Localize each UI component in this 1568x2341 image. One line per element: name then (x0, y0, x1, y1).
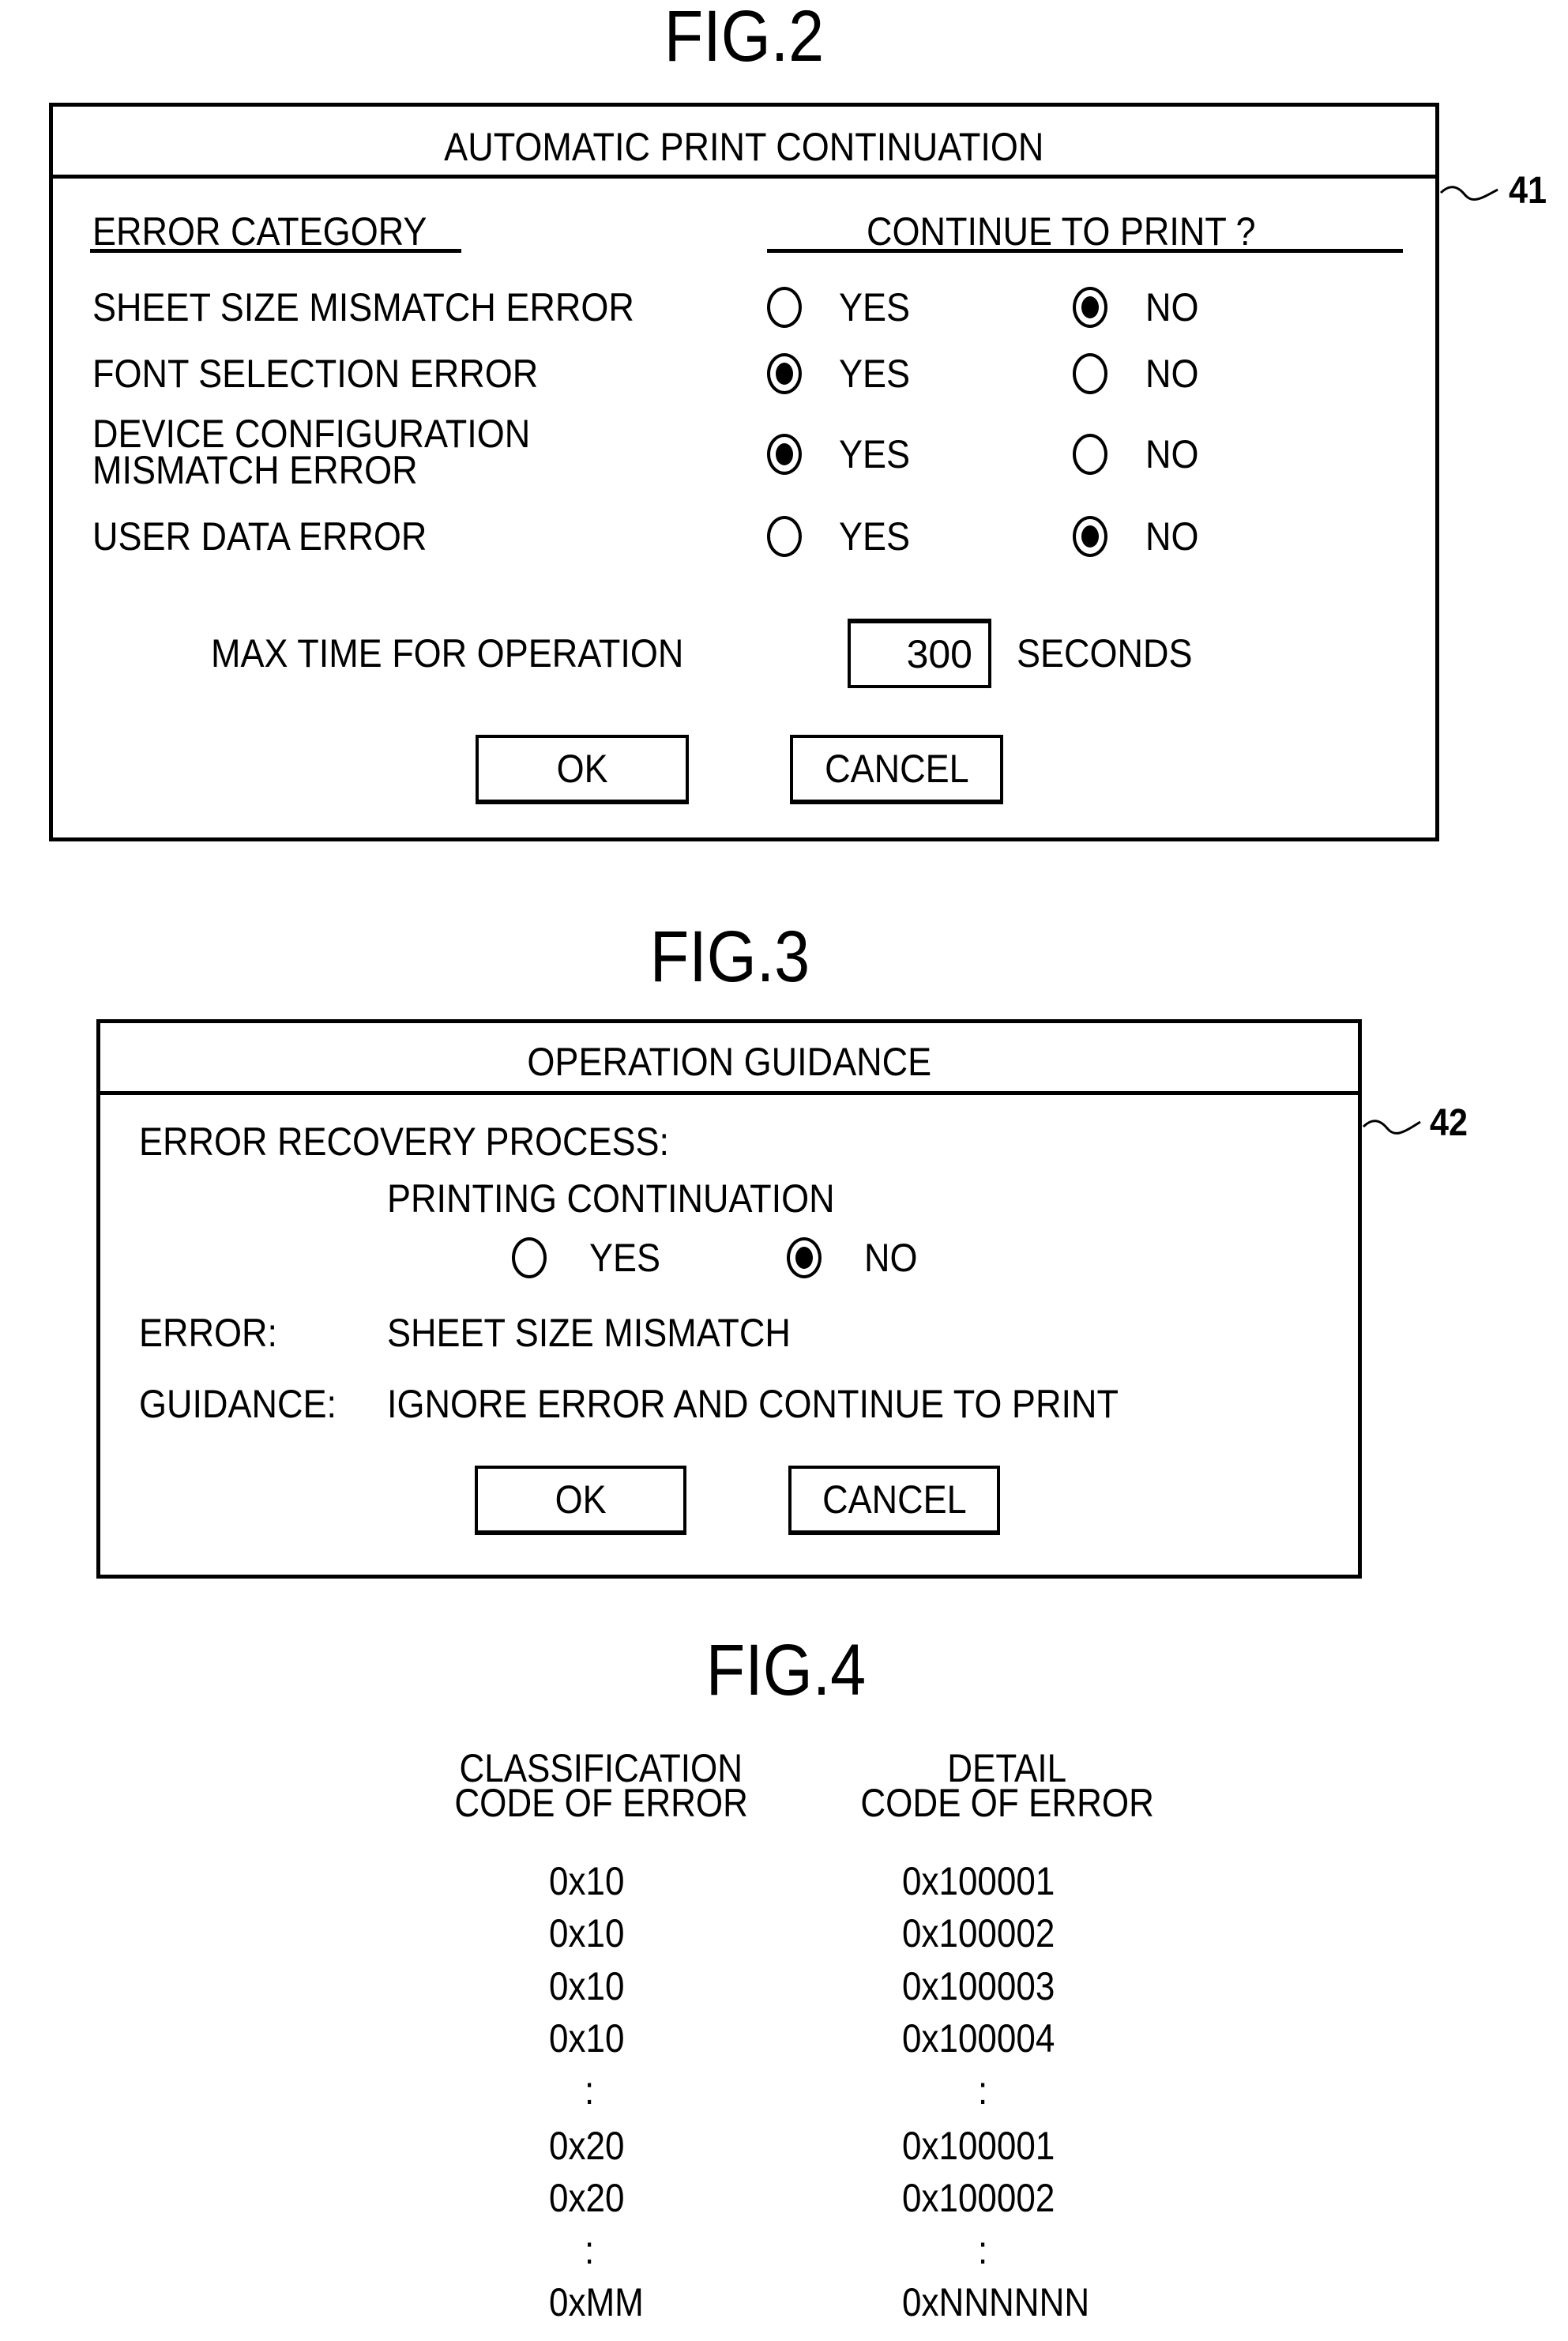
detail-code-cell: 0x100004 (902, 2016, 1055, 2061)
radio-label-no: NO (1145, 352, 1199, 396)
detail-code-cell: : (978, 2228, 988, 2272)
error-label: ERROR: (139, 1311, 278, 1355)
fig4-title: FIG.4 (705, 1630, 867, 1711)
radio-label-yes: YES (839, 514, 911, 559)
radio-user-data-yes[interactable] (767, 516, 802, 557)
continue-to-print-underline (767, 249, 1403, 253)
radio-label-yes: YES (839, 285, 911, 329)
classification-code-cell: 0x20 (549, 2176, 625, 2220)
detail-code-cell: : (978, 2068, 988, 2113)
classification-code-cell: 0x10 (549, 2016, 625, 2061)
row-label-sheet-size-mismatch: SHEET SIZE MISMATCH ERROR (92, 285, 634, 329)
radio-label-no: NO (1145, 514, 1199, 559)
dialog-title: OPERATION GUIDANCE (100, 1042, 1358, 1082)
radio-selected-dot (1081, 296, 1099, 318)
fig2-title: FIG.2 (664, 0, 825, 77)
radio-device-configuration-yes[interactable] (767, 434, 802, 475)
cancel-button-label: CANCEL (822, 1477, 967, 1522)
title-divider (53, 175, 1435, 179)
ok-button[interactable]: OK (476, 735, 689, 804)
detail-code-cell: 0x100003 (902, 1964, 1055, 2008)
detail-code-cell: 0xNNNNNN (902, 2280, 1090, 2324)
classification-code-cell: : (585, 2228, 595, 2272)
reference-numeral-42: 42 (1430, 1102, 1468, 1144)
radio-printing-continuation-no[interactable] (787, 1237, 822, 1278)
row-label-line: MISMATCH ERROR (92, 448, 418, 492)
radio-selected-dot (776, 363, 793, 385)
radio-user-data-no[interactable] (1073, 516, 1107, 557)
error-value: SHEET SIZE MISMATCH (387, 1311, 791, 1355)
cancel-button[interactable]: CANCEL (790, 735, 1003, 804)
detail-code-cell: 0x100001 (902, 1859, 1055, 1903)
classification-code-cell: 0x10 (549, 1911, 625, 1955)
error-recovery-process-label: ERROR RECOVERY PROCESS: (139, 1120, 670, 1164)
detail-code-cell: 0x100002 (902, 2176, 1055, 2220)
dialog-title: AUTOMATIC PRINT CONTINUATION (53, 127, 1435, 167)
classification-code-cell: 0x10 (549, 1859, 625, 1903)
max-time-input[interactable] (848, 619, 991, 688)
row-label-font-selection: FONT SELECTION ERROR (92, 352, 539, 396)
reference-numeral-41: 41 (1509, 170, 1547, 212)
ok-button-label: OK (555, 1477, 607, 1522)
fig3-title: FIG.3 (649, 916, 810, 997)
radio-label-no: NO (1145, 432, 1199, 476)
radio-label-yes: YES (839, 352, 911, 396)
cancel-button[interactable]: CANCEL (788, 1466, 1000, 1535)
row-label-line: DEVICE CONFIGURATION (92, 412, 531, 456)
detail-code-cell: 0x100002 (902, 1911, 1055, 1955)
classification-code-header: CLASSIFICATION CODE OF ERROR (427, 1748, 775, 1825)
radio-label-no: NO (1145, 285, 1199, 329)
radio-printing-continuation-yes[interactable] (512, 1237, 547, 1278)
detail-code-cell: 0x100001 (902, 2124, 1055, 2168)
operation-guidance-dialog: OPERATION GUIDANCE (96, 1019, 1362, 1579)
ok-button-label: OK (556, 747, 608, 791)
radio-label-yes: YES (589, 1236, 661, 1280)
error-category-header: ERROR CATEGORY (92, 209, 427, 254)
classification-code-cell: 0x10 (549, 1964, 625, 2008)
radio-label-no: NO (864, 1236, 918, 1280)
radio-device-configuration-no[interactable] (1073, 434, 1107, 475)
header-line: CODE OF ERROR (454, 1781, 748, 1825)
radio-font-selection-no[interactable] (1073, 353, 1107, 394)
cancel-button-label: CANCEL (824, 747, 969, 791)
row-label-device-configuration: DEVICE CONFIGURATION MISMATCH ERROR (92, 412, 531, 492)
header-line: CODE OF ERROR (860, 1781, 1154, 1825)
radio-font-selection-yes[interactable] (767, 353, 802, 394)
classification-code-cell: : (585, 2068, 595, 2113)
radio-label-yes: YES (839, 432, 911, 476)
max-time-unit: SECONDS (1017, 631, 1193, 676)
continue-to-print-header: CONTINUE TO PRINT ? (867, 209, 1256, 254)
radio-sheet-size-no[interactable] (1073, 287, 1107, 328)
printing-continuation-label: PRINTING CONTINUATION (387, 1176, 835, 1221)
detail-code-header: DETAIL CODE OF ERROR (833, 1748, 1181, 1825)
leader-line-icon (1439, 186, 1498, 201)
leader-line-icon (1362, 1120, 1421, 1135)
dialog-title-text: AUTOMATIC PRINT CONTINUATION (444, 125, 1044, 169)
max-time-label: MAX TIME FOR OPERATION (211, 631, 684, 676)
radio-selected-dot (1081, 525, 1099, 548)
ok-button[interactable]: OK (475, 1466, 686, 1535)
dialog-title-text: OPERATION GUIDANCE (527, 1040, 931, 1084)
classification-code-cell: 0x20 (549, 2124, 625, 2168)
error-category-underline (90, 249, 461, 253)
row-label-user-data: USER DATA ERROR (92, 514, 427, 559)
guidance-label: GUIDANCE: (139, 1382, 337, 1426)
title-divider (100, 1091, 1358, 1095)
guidance-value: IGNORE ERROR AND CONTINUE TO PRINT (387, 1382, 1119, 1426)
radio-sheet-size-yes[interactable] (767, 287, 802, 328)
radio-selected-dot (776, 443, 793, 465)
radio-selected-dot (795, 1247, 813, 1269)
classification-code-cell: 0xMM (549, 2280, 644, 2324)
